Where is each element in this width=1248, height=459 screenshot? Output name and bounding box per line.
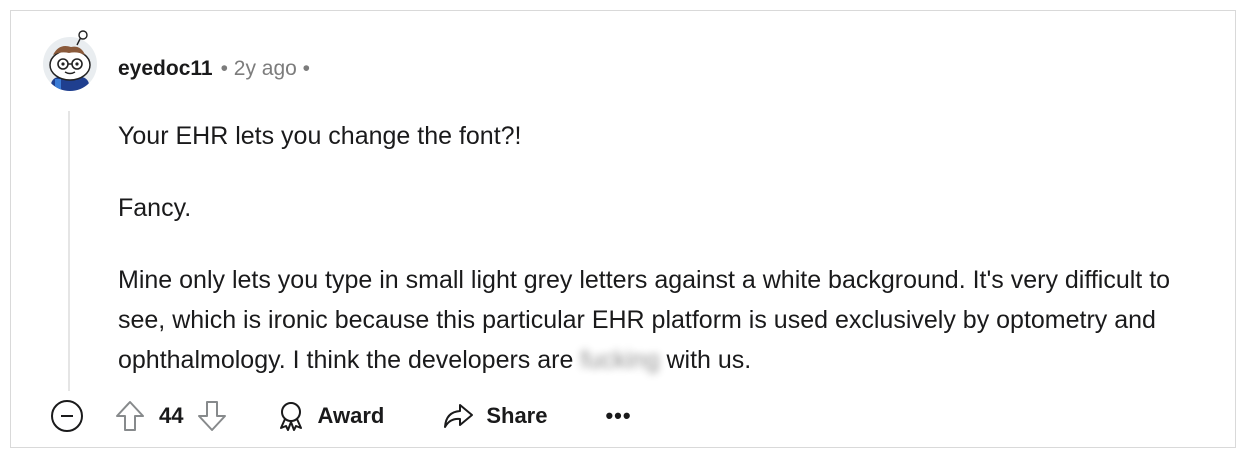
vote-group: 44 <box>115 400 227 432</box>
upvote-arrow-icon[interactable] <box>115 400 145 432</box>
comment-paragraph: Mine only lets you type in small light g… <box>118 260 1198 380</box>
comment-header: eyedoc11 • 2y ago • <box>118 54 310 84</box>
comment-body: Your EHR lets you change the font?! Fanc… <box>118 116 1198 412</box>
comment-timestamp: • 2y ago • <box>220 57 311 80</box>
award-icon <box>277 401 305 431</box>
comment-card: eyedoc11 • 2y ago • Your EHR lets you ch… <box>10 10 1236 448</box>
blurred-word: fucking <box>580 346 660 374</box>
comment-paragraph: Your EHR lets you change the font?! <box>118 122 522 150</box>
share-button[interactable]: Share <box>442 402 547 430</box>
author-username[interactable]: eyedoc11 <box>118 57 213 81</box>
downvote-arrow-icon[interactable] <box>197 400 227 432</box>
more-icon[interactable]: ••• <box>605 403 631 429</box>
share-label: Share <box>486 403 548 428</box>
share-icon <box>442 402 474 430</box>
award-button[interactable]: Award <box>277 401 384 431</box>
user-avatar[interactable] <box>41 29 99 91</box>
comment-paragraph-tail: with us. <box>666 346 752 374</box>
comment-paragraph: Fancy. <box>118 194 192 222</box>
collapse-icon[interactable] <box>51 400 83 432</box>
thread-line[interactable] <box>68 111 70 391</box>
comment-actions: 44 Award Share ••• <box>51 396 1235 436</box>
snoo-avatar-icon <box>43 30 97 91</box>
vote-count: 44 <box>159 403 184 428</box>
award-label: Award <box>317 403 385 428</box>
